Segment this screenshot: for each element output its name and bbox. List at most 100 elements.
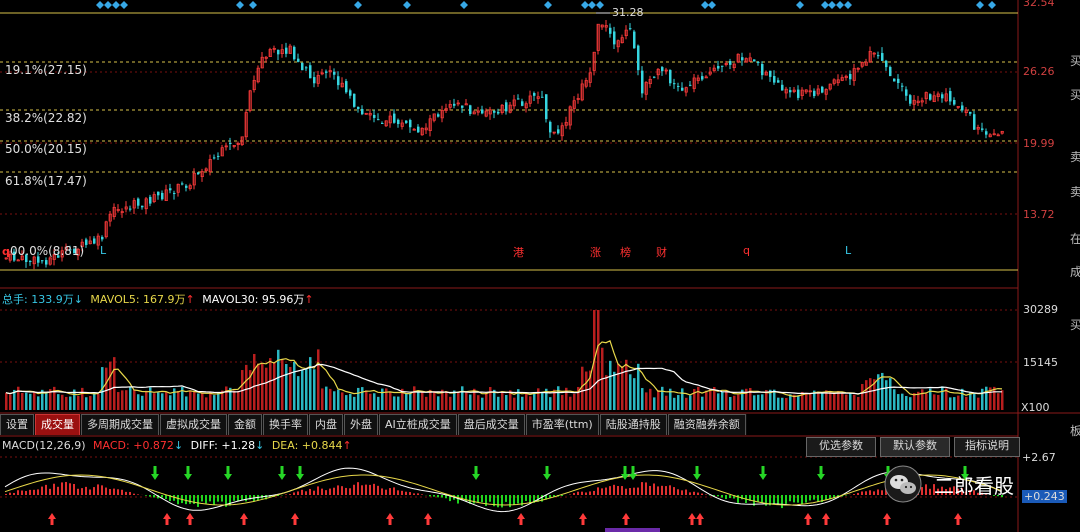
volume-bar xyxy=(197,393,200,410)
event-marker-q[interactable]: q xyxy=(743,244,750,257)
diff-arrow: ↓ xyxy=(255,439,265,452)
tab-2[interactable]: 多周期成交量 xyxy=(81,414,159,435)
macd-bar xyxy=(845,495,847,496)
macd-bar xyxy=(429,495,431,497)
volume-bar xyxy=(5,392,8,410)
macd-bar xyxy=(629,488,631,495)
volume-bar xyxy=(37,396,40,410)
macd-bar xyxy=(633,487,635,495)
top-signal-diamonds xyxy=(96,1,996,9)
candle-body xyxy=(405,120,408,123)
candle-body xyxy=(493,110,496,113)
volume-tick-2: 15145 xyxy=(1023,356,1058,369)
macd-bar xyxy=(389,488,391,495)
volume-bar xyxy=(149,387,152,410)
volume-bar xyxy=(141,395,144,410)
tab-4[interactable]: 金额 xyxy=(228,414,262,435)
right-label-5: 在 xyxy=(1070,232,1080,246)
volume-bar xyxy=(841,392,844,410)
macd-bar xyxy=(237,495,239,501)
candle-body xyxy=(45,260,48,265)
macd-bar xyxy=(57,486,59,495)
macd-bar xyxy=(877,489,879,495)
signal-diamond-icon xyxy=(836,1,844,9)
tab-8[interactable]: AI立桩成交量 xyxy=(379,414,457,435)
candle-body xyxy=(313,77,316,84)
macd-bar xyxy=(597,487,599,495)
tab-10[interactable]: 市盈率(ttm) xyxy=(525,414,599,435)
volume-bar xyxy=(701,396,704,410)
candle-body xyxy=(393,113,396,123)
mavol30-label: MAVOL30: 95.96万 xyxy=(202,293,305,306)
macd-bar xyxy=(233,495,235,501)
tab-0[interactable]: 设置 xyxy=(0,414,34,435)
macd-bar xyxy=(433,495,435,497)
default-params-button[interactable]: 默认参数 xyxy=(880,437,950,457)
macd-bar xyxy=(489,495,491,502)
macd-bar xyxy=(197,495,199,507)
tab-3[interactable]: 虚拟成交量 xyxy=(160,414,227,435)
candle-body xyxy=(641,70,644,94)
candle-body xyxy=(877,55,880,57)
candle-body xyxy=(889,66,892,77)
volume-bar xyxy=(85,397,88,410)
mavol30-arrow: ↑ xyxy=(304,293,314,306)
macd-bar xyxy=(853,494,855,495)
macd-bar xyxy=(725,495,727,500)
tab-6[interactable]: 内盘 xyxy=(309,414,343,435)
volume-bar xyxy=(381,388,384,410)
tab-1[interactable]: 成交量 xyxy=(35,414,80,435)
indicator-help-button[interactable]: 指标说明 xyxy=(954,437,1020,457)
volume-bar xyxy=(281,359,284,410)
candle-body xyxy=(481,109,484,114)
macd-bar xyxy=(297,491,299,495)
event-marker-hk[interactable]: 港 xyxy=(513,244,524,260)
tab-7[interactable]: 外盘 xyxy=(344,414,378,435)
event-marker-rank[interactable]: 榜 xyxy=(620,244,631,260)
candle-body xyxy=(469,105,472,115)
event-marker-l2[interactable]: L xyxy=(845,244,851,257)
preferred-params-button[interactable]: 优选参数 xyxy=(806,437,876,457)
macd-bar xyxy=(53,483,55,495)
volume-bar xyxy=(117,392,120,410)
candle-body xyxy=(185,185,188,188)
volume-bar xyxy=(633,378,636,410)
volume-series xyxy=(5,310,1004,410)
volume-bar xyxy=(397,396,400,410)
price-tick-2: 26.26 xyxy=(1023,65,1055,78)
mavol5-line xyxy=(5,339,1003,398)
tab-9[interactable]: 盘后成交量 xyxy=(457,414,525,435)
sell-arrow-icon xyxy=(224,466,232,480)
macd-bar xyxy=(577,491,579,495)
macd-bar xyxy=(325,490,327,495)
macd-bar xyxy=(405,491,407,495)
tab-12[interactable]: 融资融券余额 xyxy=(667,414,746,435)
candle-body xyxy=(905,89,908,96)
candle-body xyxy=(881,53,884,61)
volume-bar xyxy=(609,360,612,410)
tab-11[interactable]: 陆股通持股 xyxy=(599,414,667,435)
candle-body xyxy=(557,129,560,134)
bottom-marker xyxy=(605,528,660,532)
volume-bar xyxy=(469,394,472,410)
macd-bar xyxy=(333,487,335,495)
volume-bar xyxy=(113,357,116,410)
candle-body xyxy=(285,47,288,54)
macd-bar xyxy=(653,483,655,495)
macd-bar xyxy=(513,495,515,505)
macd-bar xyxy=(217,495,219,502)
macd-bar xyxy=(813,495,815,500)
volume-bar xyxy=(757,394,760,410)
volume-bar xyxy=(465,392,468,410)
candle-body xyxy=(753,59,756,62)
event-marker-up[interactable]: 涨 xyxy=(590,244,601,260)
volume-bar xyxy=(829,391,832,410)
volume-bar xyxy=(973,393,976,410)
macd-bar xyxy=(37,489,39,495)
event-marker-l[interactable]: L xyxy=(100,244,106,257)
volume-bar xyxy=(797,395,800,410)
macd-bar xyxy=(873,491,875,495)
event-marker-finance[interactable]: 财 xyxy=(656,244,667,260)
volume-bar xyxy=(57,394,60,410)
tab-5[interactable]: 换手率 xyxy=(263,414,308,435)
